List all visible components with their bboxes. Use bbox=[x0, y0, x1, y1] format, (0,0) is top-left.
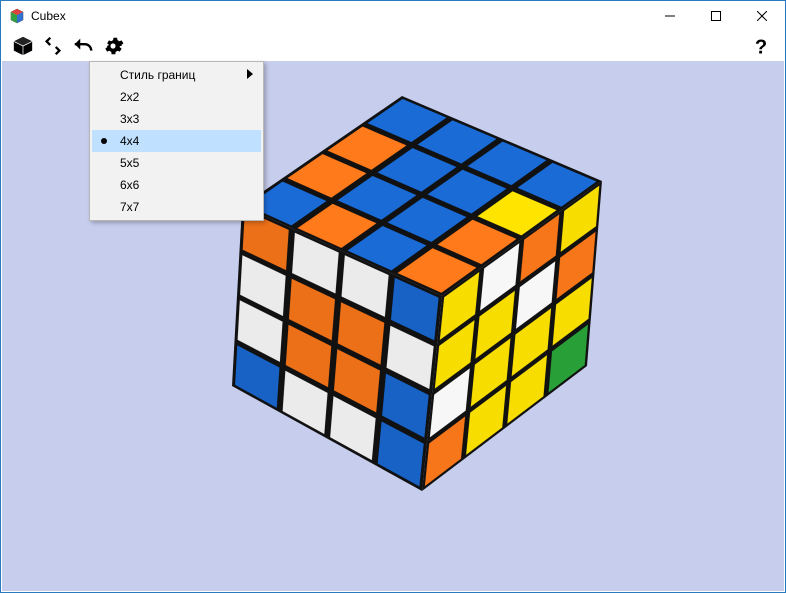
menu-item-3x3[interactable]: 3x3 bbox=[92, 108, 261, 130]
menu-item-5x5[interactable]: 5x5 bbox=[92, 152, 261, 174]
menu-item-label: 6x6 bbox=[120, 178, 139, 192]
menu-item-label: Стиль границ bbox=[120, 68, 195, 82]
radio-bullet-icon bbox=[101, 138, 107, 144]
help-button[interactable]: ? bbox=[747, 32, 775, 60]
svg-text:?: ? bbox=[755, 36, 767, 57]
menu-item-7x7[interactable]: 7x7 bbox=[92, 196, 261, 218]
titlebar: Cubex bbox=[1, 1, 785, 31]
new-cube-button[interactable] bbox=[9, 32, 37, 60]
rubiks-cube[interactable] bbox=[217, 66, 617, 506]
menu-item-4x4[interactable]: 4x4 bbox=[92, 130, 261, 152]
close-button[interactable] bbox=[739, 1, 785, 31]
maximize-button[interactable] bbox=[693, 1, 739, 31]
settings-button[interactable] bbox=[99, 32, 127, 60]
submenu-arrow-icon bbox=[247, 68, 253, 82]
scramble-button[interactable] bbox=[39, 32, 67, 60]
menu-item-label: 3x3 bbox=[120, 112, 139, 126]
menu-item-2x2[interactable]: 2x2 bbox=[92, 86, 261, 108]
menu-item-label: 7x7 bbox=[120, 200, 139, 214]
toolbar: ? bbox=[1, 31, 785, 61]
menu-item-label: 4x4 bbox=[120, 134, 139, 148]
menu-item-label: 2x2 bbox=[120, 90, 139, 104]
minimize-button[interactable] bbox=[647, 1, 693, 31]
menu-item-6x6[interactable]: 6x6 bbox=[92, 174, 261, 196]
menu-item-Стиль-границ[interactable]: Стиль границ bbox=[92, 64, 261, 86]
undo-button[interactable] bbox=[69, 32, 97, 60]
menu-item-label: 5x5 bbox=[120, 156, 139, 170]
window-title: Cubex bbox=[31, 9, 66, 23]
settings-menu: Стиль границ 2x2 3x3 4x4 5x5 6x6 7x7 bbox=[89, 61, 264, 221]
app-icon bbox=[9, 8, 25, 24]
